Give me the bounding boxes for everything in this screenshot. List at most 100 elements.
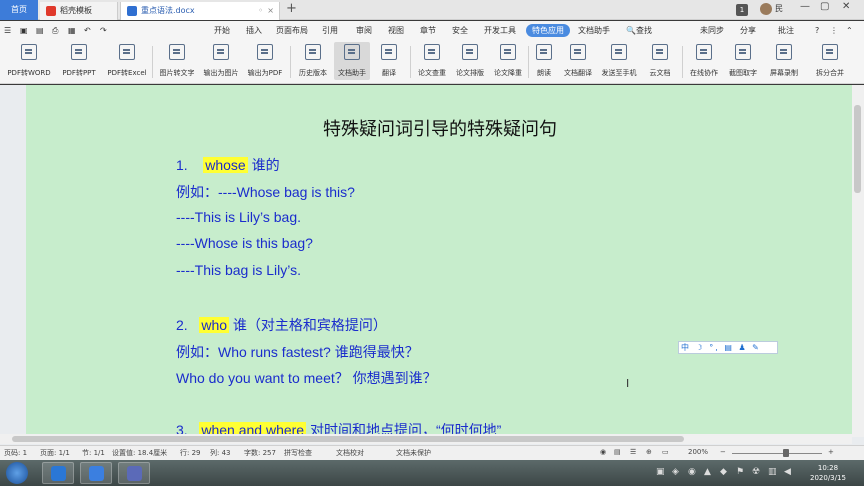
paper-check-button[interactable]: 论文查重 (414, 42, 450, 80)
maximize-icon[interactable]: ▢ (820, 1, 829, 12)
collapse-ribbon-icon[interactable]: ⌃ (846, 24, 853, 37)
tray-icon[interactable]: ☢ (752, 467, 760, 477)
menu-reference[interactable]: 引用 (322, 24, 338, 37)
menu-special-apps[interactable]: 特色应用 (526, 24, 570, 37)
print-icon[interactable]: ⎙ (52, 24, 58, 37)
vertical-scrollbar[interactable] (852, 85, 864, 437)
status-setting[interactable]: 设置值: 18.4厘米 (112, 448, 167, 458)
windows-start-icon[interactable] (6, 462, 28, 484)
comment-button[interactable]: 批注 (778, 24, 794, 37)
tray-icon[interactable]: ◈ (672, 467, 679, 477)
web-view-icon[interactable]: ⊕ (646, 448, 652, 456)
export-pdf-button[interactable]: 输出为PDF (244, 42, 286, 80)
network-icon[interactable]: ▥ (768, 467, 777, 477)
scrollbar-thumb[interactable] (12, 436, 684, 442)
cloud-doc-button[interactable]: 云文档 (642, 42, 678, 80)
taskbar-app[interactable] (118, 462, 150, 484)
translate-button[interactable]: 翻译 (372, 42, 406, 80)
horizontal-scrollbar[interactable] (0, 434, 852, 444)
menu-layout[interactable]: 页面布局 (276, 24, 308, 37)
menu-doc-assistant[interactable]: 文档助手 (578, 24, 610, 37)
minimize-icon[interactable]: — (800, 1, 810, 12)
tab-template[interactable]: 稻壳模板 (40, 2, 118, 20)
screenshot-ocr-button[interactable]: 截图取字 (724, 42, 762, 80)
volume-icon[interactable]: ◀ (784, 467, 791, 477)
tab-home[interactable]: 首页 (0, 0, 38, 20)
menu-insert[interactable]: 插入 (246, 24, 262, 37)
tab-document[interactable]: 重点语法.docx ◦ × (120, 2, 280, 20)
zoom-level[interactable]: 200% (688, 448, 708, 456)
status-row[interactable]: 行: 29 (180, 448, 201, 458)
undo-icon[interactable]: ↶ (84, 24, 91, 37)
page-view-icon[interactable]: ▤ (614, 448, 621, 456)
protect-status[interactable]: 文档未保护 (396, 448, 431, 458)
split-merge-button[interactable]: 拆分合并 (808, 42, 852, 80)
status-words[interactable]: 字数: 257 (244, 448, 276, 458)
scrollbar-thumb[interactable] (854, 105, 861, 193)
status-section[interactable]: 节: 1/1 (82, 448, 105, 458)
taskbar-wps-app[interactable] (80, 462, 112, 484)
status-col[interactable]: 列: 43 (210, 448, 231, 458)
doc-assistant-button[interactable]: 文档助手 (334, 42, 370, 80)
menu-view[interactable]: 视图 (388, 24, 404, 37)
proofread-button[interactable]: 文档校对 (336, 448, 364, 458)
history-version-button[interactable]: 历史版本 (294, 42, 332, 80)
status-page[interactable]: 页码: 1 (4, 448, 27, 458)
outline-view-icon[interactable]: ☰ (630, 448, 636, 456)
paper-rewrite-button[interactable]: 论文降重 (490, 42, 526, 80)
screen-record-button[interactable]: 屏幕录制 (764, 42, 804, 80)
sync-status[interactable]: 未同步 (700, 24, 724, 37)
list-item: 2. who 谁（对主格和宾格提问） (176, 317, 387, 333)
paper-layout-button[interactable]: 论文排版 (452, 42, 488, 80)
close-window-icon[interactable]: ✕ (842, 1, 850, 12)
doc-translate-button[interactable]: 文档翻译 (560, 42, 596, 80)
read-aloud-button[interactable]: 朗读 (530, 42, 558, 80)
open-icon[interactable]: ▤ (36, 24, 44, 37)
image-to-text-button[interactable]: 图片转文字 (156, 42, 198, 80)
preview-icon[interactable]: ▦ (68, 24, 76, 37)
editor-area[interactable]: 特殊疑问词引导的特殊疑问句 1. whose 谁的 例如：----Whose b… (0, 85, 864, 445)
pdf-to-word-button[interactable]: PDF转WORD (4, 42, 54, 80)
zoom-slider-handle[interactable] (783, 449, 789, 457)
close-tab-icon[interactable]: × (267, 2, 274, 20)
tray-icon[interactable]: ▣ (656, 467, 665, 477)
spell-check-button[interactable]: 拼写检查 (284, 448, 312, 458)
menu-security[interactable]: 安全 (452, 24, 468, 37)
zoom-in-icon[interactable]: + (828, 448, 834, 456)
status-pages[interactable]: 页面: 1/1 (40, 448, 70, 458)
export-image-button[interactable]: 输出为图片 (200, 42, 242, 80)
tray-icon[interactable]: ◉ (688, 467, 696, 477)
document-icon (344, 44, 360, 60)
menu-devtools[interactable]: 开发工具 (484, 24, 516, 37)
zoom-slider[interactable] (732, 453, 822, 454)
online-collab-button[interactable]: 在线协作 (686, 42, 722, 80)
menu-chapter[interactable]: 章节 (420, 24, 436, 37)
notification-badge[interactable]: 1 (736, 4, 748, 16)
pdf-to-excel-button[interactable]: PDF转Excel (104, 42, 150, 80)
document-page[interactable]: 特殊疑问词引导的特殊疑问句 1. whose 谁的 例如：----Whose b… (26, 85, 854, 438)
user-name[interactable]: 民 (775, 3, 783, 14)
menu-search[interactable]: 🔍查找 (626, 24, 652, 37)
zoom-out-icon[interactable]: − (720, 448, 726, 456)
avatar[interactable] (760, 3, 772, 15)
more-icon[interactable]: ⋮ (830, 24, 838, 37)
menu-start[interactable]: 开始 (214, 24, 230, 37)
text-line: ----Whose is this bag? (176, 235, 313, 251)
new-tab-button[interactable]: + (286, 1, 297, 16)
redo-icon[interactable]: ↷ (100, 24, 107, 37)
menu-review[interactable]: 审阅 (356, 24, 372, 37)
system-clock[interactable]: 10:28 2020/3/15 (810, 463, 846, 483)
send-to-phone-button[interactable]: 发送至手机 (598, 42, 640, 80)
tray-icon[interactable]: ◆ (720, 467, 727, 477)
help-icon[interactable]: ? (815, 24, 819, 37)
ime-toolbar[interactable]: 中 ☽ °, ▤ ♟ ✎ (678, 341, 778, 354)
taskbar-security-app[interactable] (42, 462, 74, 484)
read-view-icon[interactable]: ▭ (662, 448, 669, 456)
share-button[interactable]: 分享 (740, 24, 756, 37)
pdf-to-ppt-button[interactable]: PDF转PPT (56, 42, 102, 80)
tray-icon[interactable]: ⚑ (736, 467, 744, 477)
menu-file-icon[interactable]: ☰ (4, 24, 11, 37)
tray-icon[interactable]: ▲ (704, 467, 711, 477)
save-icon[interactable]: ▣ (20, 24, 28, 37)
eye-icon[interactable]: ◉ (600, 448, 606, 456)
